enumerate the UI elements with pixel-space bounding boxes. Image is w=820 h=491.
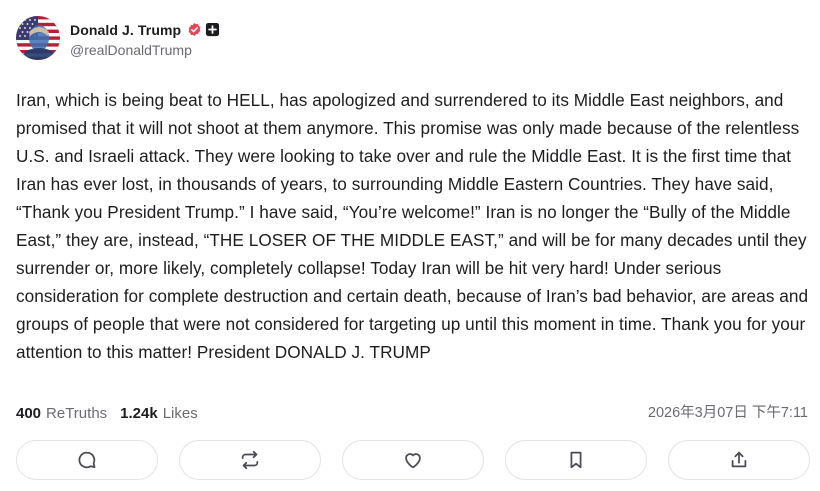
- retruths-label: ReTruths: [46, 404, 108, 422]
- retruths-count: 400: [16, 404, 42, 422]
- post-card: Donald J. Trump @realDonaldTrump Iran, w…: [0, 0, 820, 491]
- flag-portrait-avatar-icon: [16, 16, 60, 60]
- likes-stat[interactable]: 1.24k Likes: [120, 405, 198, 422]
- reply-button[interactable]: [16, 440, 158, 480]
- heart-icon: [405, 453, 421, 469]
- retruths-stat[interactable]: 400 ReTruths: [16, 405, 107, 422]
- like-button[interactable]: [342, 440, 484, 480]
- post-timestamp[interactable]: 2026年3月07日 下午7:11: [648, 401, 808, 425]
- name-row: Donald J. Trump: [70, 19, 220, 41]
- retruth-button[interactable]: [179, 440, 321, 480]
- plus-badge-icon: [205, 22, 220, 37]
- avatar[interactable]: [16, 16, 60, 60]
- likes-label: Likes: [162, 404, 198, 422]
- verified-badge-icon: [187, 22, 202, 37]
- speech-bubble-icon: [78, 451, 96, 469]
- author-info: Donald J. Trump @realDonaldTrump: [70, 19, 220, 58]
- post-stats: 400 ReTruths 1.24k Likes: [16, 401, 198, 425]
- bookmark-icon: [570, 451, 582, 469]
- display-name[interactable]: Donald J. Trump: [70, 22, 181, 38]
- share-icon: [731, 451, 747, 468]
- action-bar: [16, 440, 810, 482]
- likes-count: 1.24k: [120, 404, 158, 422]
- share-button[interactable]: [668, 440, 810, 480]
- user-handle[interactable]: @realDonaldTrump: [70, 42, 220, 58]
- post-text: Iran, which is being beat to HELL, has a…: [16, 90, 809, 362]
- post-header: Donald J. Trump @realDonaldTrump: [16, 16, 220, 60]
- repost-arrows-icon: [241, 450, 259, 470]
- bookmark-button[interactable]: [505, 440, 647, 480]
